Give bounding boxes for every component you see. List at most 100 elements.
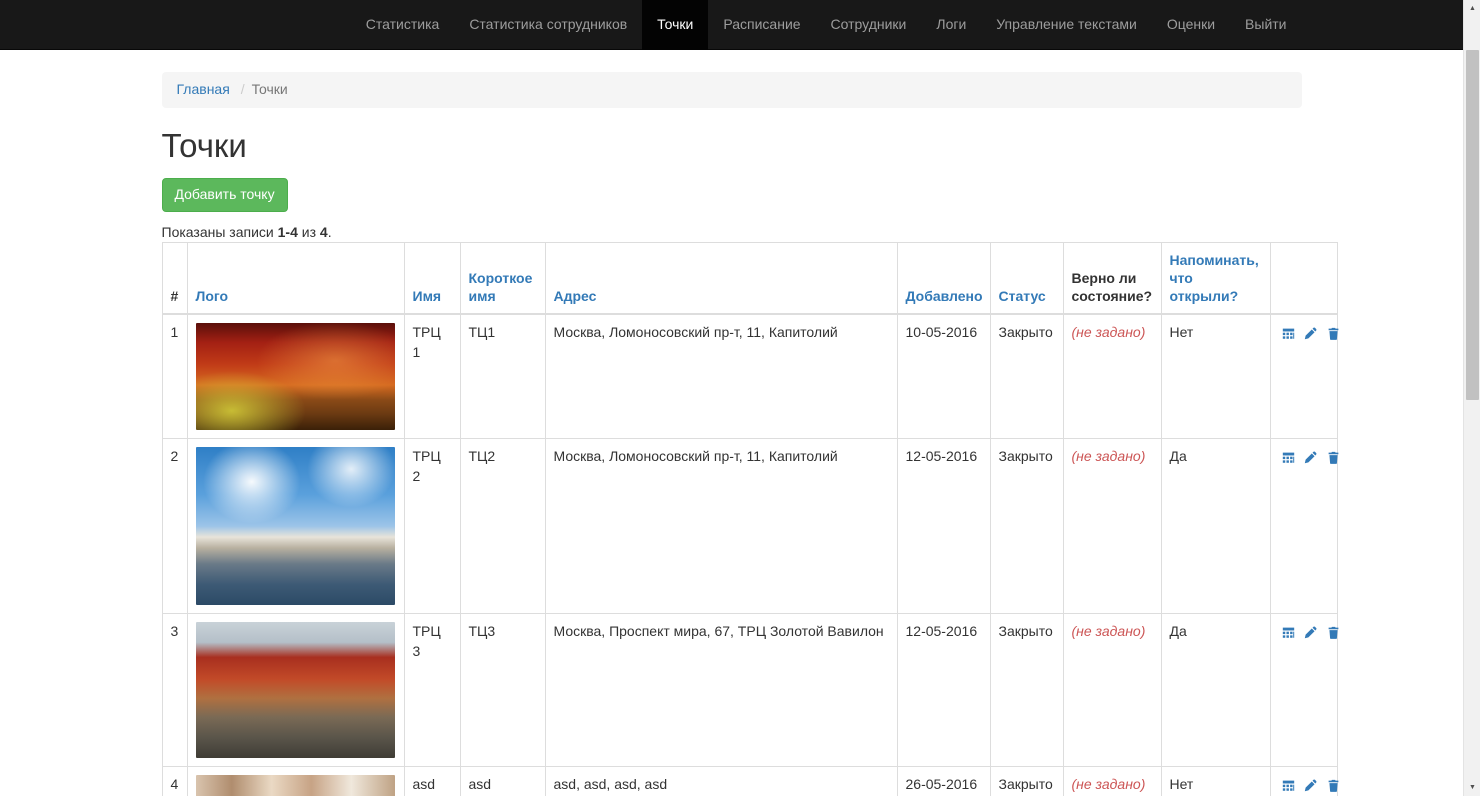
nav-item-employee-statistics: Статистика сотрудников [454,0,642,50]
table-row: 3 ТРЦ 3 ТЦ3 Москва, Проспект мира, 67, Т… [161,613,1340,768]
col-header-status-sort[interactable]: Статус [999,288,1046,304]
cell-short-name: ТЦ1 [459,313,546,440]
nav-item-logout: Выйти [1230,0,1301,50]
table-row: 1 ТРЦ 1 ТЦ1 Москва, Ломоносовский пр-т, … [161,313,1340,440]
calendar-action-button[interactable] [1282,447,1295,467]
nav-link-employees[interactable]: Сотрудники [816,0,922,50]
cell-name: ТРЦ 2 [403,438,461,615]
cell-remind: Нет [1160,766,1271,796]
point-logo-image [195,622,395,759]
edit-action-button[interactable] [1304,775,1317,795]
cell-address: Москва, Ломоносовский пр-т, 11, Капитоли… [544,438,898,615]
main-menu: Статистика Статистика сотрудников Точки … [351,0,1302,50]
cell-short-name: asd [459,766,546,796]
col-header-name-sort[interactable]: Имя [413,288,442,304]
col-header-address-sort[interactable]: Адрес [554,288,597,304]
nav-item-ratings: Оценки [1152,0,1230,50]
cell-num: 1 [161,313,188,440]
nav-link-points[interactable]: Точки [642,0,709,50]
col-header-short-name-sort[interactable]: Короткое имя [469,270,533,304]
nav-link-employee-statistics[interactable]: Статистика сотрудников [454,0,642,50]
pencil-icon [1305,451,1317,464]
cell-state-valid: (не задано) [1062,438,1162,615]
summary-total: 4 [319,224,328,241]
cell-added: 12-05-2016 [896,613,991,768]
cell-name: asd [403,766,461,796]
point-logo-image [195,323,395,431]
trash-icon [1328,451,1339,464]
nav-item-employees: Сотрудники [816,0,922,50]
cell-state-valid: (не задано) [1062,766,1162,796]
scroll-down-arrow[interactable]: ▼ [1464,779,1480,796]
cell-actions [1269,313,1340,440]
edit-action-button[interactable] [1304,323,1317,343]
cell-logo [186,438,405,615]
summary-text: Показаны записи 1-4 из 4. [162,222,1302,242]
breadcrumb-current: Точки [234,80,288,100]
cell-address: Москва, Проспект мира, 67, ТРЦ Золотой В… [544,613,898,768]
not-set-label: (не задано) [1071,623,1146,640]
nav-link-text-management[interactable]: Управление текстами [981,0,1152,50]
table-row: 2 ТРЦ 2 ТЦ2 Москва, Ломоносовский пр-т, … [161,438,1340,615]
edit-action-button[interactable] [1304,622,1317,642]
cell-short-name: ТЦ3 [459,613,546,768]
cell-address: asd, asd, asd, asd [544,766,898,796]
not-set-label: (не задано) [1071,776,1146,793]
nav-link-statistics[interactable]: Статистика [351,0,455,50]
cell-state-valid: (не задано) [1062,313,1162,440]
page: Статистика Статистика сотрудников Точки … [0,0,1463,796]
calendar-action-button[interactable] [1282,622,1295,642]
scroll-up-arrow[interactable]: ▲ [1464,0,1480,17]
nav-item-points: Точки [642,0,709,50]
delete-action-button[interactable] [1327,447,1340,467]
cell-short-name: ТЦ2 [459,438,546,615]
cell-num: 2 [161,438,188,615]
pencil-icon [1305,626,1317,639]
edit-action-button[interactable] [1304,447,1317,467]
nav-item-schedule: Расписание [708,0,815,50]
nav-link-ratings[interactable]: Оценки [1152,0,1230,50]
delete-action-button[interactable] [1327,622,1340,642]
point-logo-image [195,447,395,606]
cell-name: ТРЦ 3 [403,613,461,768]
col-header-num: # [161,242,188,316]
cell-remind: Да [1160,613,1271,768]
table-header-row: # Лого Имя Короткое имя Адрес Добавлено … [161,242,1338,316]
points-table: # Лого Имя Короткое имя Адрес Добавлено … [161,242,1340,796]
scroll-thumb[interactable] [1466,50,1479,400]
scrollbar[interactable]: ▲ ▼ [1463,0,1480,796]
cell-added: 26-05-2016 [896,766,991,796]
calendar-icon [1282,452,1294,463]
cell-actions [1269,438,1340,615]
col-header-remind-sort[interactable]: Напоминать, что открыли? [1170,252,1259,304]
nav-link-logs[interactable]: Логи [921,0,981,50]
top-navbar: Статистика Статистика сотрудников Точки … [0,0,1463,50]
cell-status: Закрыто [989,766,1064,796]
cell-actions [1269,613,1340,768]
trash-icon [1328,626,1339,639]
cell-name: ТРЦ 1 [403,313,461,440]
nav-link-schedule[interactable]: Расписание [708,0,815,50]
col-header-added-sort[interactable]: Добавлено [906,288,983,304]
col-header-logo-sort[interactable]: Лого [196,288,229,304]
summary-suffix: . [327,224,332,241]
nav-item-text-management: Управление текстами [981,0,1152,50]
cell-status: Закрыто [989,613,1064,768]
cell-remind: Нет [1160,313,1271,440]
calendar-action-button[interactable] [1282,775,1295,795]
page-title: Точки [161,126,247,164]
cell-remind: Да [1160,438,1271,615]
delete-action-button[interactable] [1327,775,1340,795]
cell-num: 4 [161,766,188,796]
cell-logo [186,613,405,768]
breadcrumb-home-link[interactable]: Главная [177,81,230,97]
summary-range: 1-4 [277,224,298,241]
nav-link-logout[interactable]: Выйти [1230,0,1301,50]
calendar-action-button[interactable] [1282,323,1295,343]
col-header-state-valid: Верно ли состояние? [1062,242,1162,316]
col-header-actions [1269,242,1338,316]
cell-added: 12-05-2016 [896,438,991,615]
delete-action-button[interactable] [1327,323,1340,343]
add-point-button[interactable]: Добавить точку [161,178,288,213]
summary-infix: из [297,224,320,241]
